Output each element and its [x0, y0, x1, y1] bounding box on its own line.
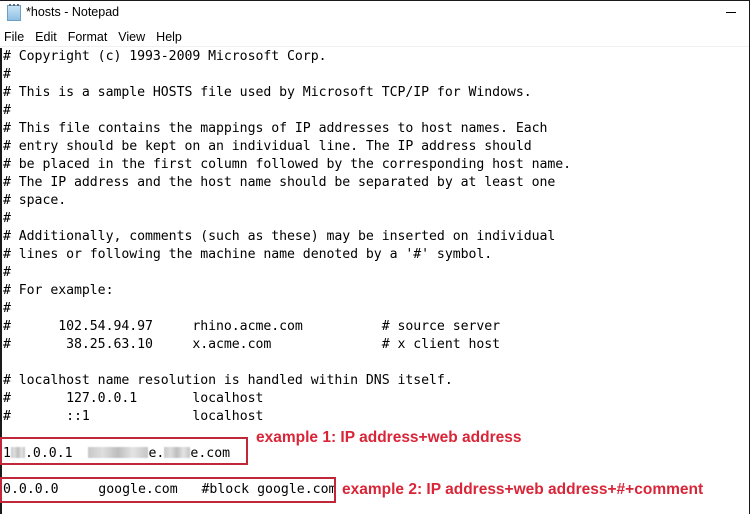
editor-line: # ::1 localhost — [3, 409, 264, 424]
editor-line: # This is a sample HOSTS file used by Mi… — [3, 85, 532, 100]
editor-line: # — [3, 265, 11, 280]
annotation-box-example-2 — [0, 477, 336, 503]
minimize-button[interactable] — [721, 3, 741, 21]
menu-help[interactable]: Help — [151, 30, 188, 44]
annotation-label-example-1: example 1: IP address+web address — [256, 429, 522, 446]
menu-view[interactable]: View — [113, 30, 151, 44]
editor-content: # Copyright (c) 1993-2009 Microsoft Corp… — [3, 48, 571, 426]
editor-line: # Copyright (c) 1993-2009 Microsoft Corp… — [3, 49, 327, 64]
window-title: *hosts - Notepad — [26, 5, 120, 19]
editor-line: # entry should be kept on an individual … — [3, 139, 532, 154]
editor-line: # — [3, 67, 11, 82]
editor-line: # 38.25.63.10 x.acme.com # x client host — [3, 337, 501, 352]
editor-line: # 102.54.94.97 rhino.acme.com # source s… — [3, 319, 501, 334]
editor-line: # localhost name resolution is handled w… — [3, 373, 453, 388]
menu-edit[interactable]: Edit — [30, 30, 63, 44]
menu-format[interactable]: Format — [63, 30, 114, 44]
editor-line: # — [3, 301, 11, 316]
editor-line: # 127.0.0.1 localhost — [3, 391, 264, 406]
editor-line: # For example: — [3, 283, 114, 298]
annotation-box-example-1 — [0, 437, 248, 465]
annotation-label-example-2: example 2: IP address+web address+#+comm… — [342, 481, 704, 498]
editor-line: # The IP address and the host name shoul… — [3, 175, 556, 190]
editor-line: # Additionally, comments (such as these)… — [3, 229, 556, 244]
title-bar[interactable]: *hosts - Notepad — [0, 1, 749, 25]
menu-bar: File Edit Format View Help — [0, 27, 749, 47]
editor-line: # space. — [3, 193, 67, 208]
editor-line: # — [3, 211, 11, 226]
editor-line: # This file contains the mappings of IP … — [3, 121, 548, 136]
menu-file[interactable]: File — [0, 30, 30, 44]
editor-line: # lines or following the machine name de… — [3, 247, 493, 262]
editor-line: # be placed in the first column followed… — [3, 157, 572, 172]
notepad-icon — [7, 4, 21, 21]
editor-line: # — [3, 103, 11, 118]
